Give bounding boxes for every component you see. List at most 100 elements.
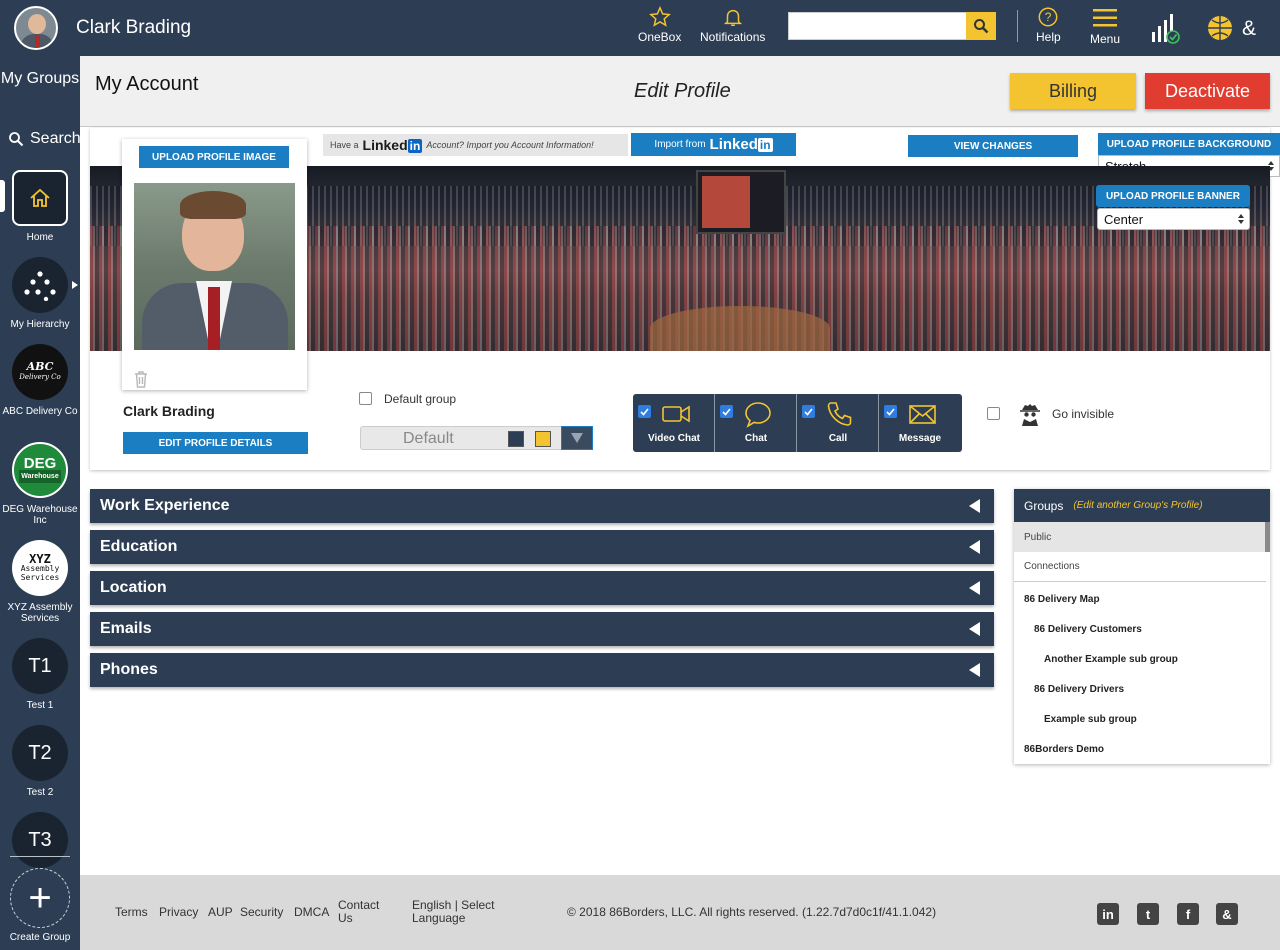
import-from-linkedin-button[interactable]: Import from Linked in xyxy=(631,133,796,156)
deactivate-button[interactable]: Deactivate xyxy=(1145,73,1270,109)
collapse-arrow-icon xyxy=(969,499,980,513)
onebox-button[interactable]: OneBox xyxy=(638,6,681,44)
default-group-checkbox[interactable] xyxy=(359,392,372,405)
sidebar-item-deg-warehouse[interactable]: DEG Warehouse DEG Warehouse Inc xyxy=(0,442,80,526)
call-option[interactable]: Call xyxy=(797,394,879,452)
page-title: My Account xyxy=(95,73,199,95)
topbar-divider xyxy=(1017,10,1018,42)
notifications-button[interactable]: Notifications xyxy=(700,6,765,44)
chat-option[interactable]: Chat xyxy=(715,394,797,452)
video-icon xyxy=(662,405,690,423)
section-emails[interactable]: Emails xyxy=(90,612,994,646)
language-selector[interactable]: English | Select Language xyxy=(412,899,512,925)
copyright-text: © 2018 86Borders, LLC. All rights reserv… xyxy=(567,905,937,919)
groups-connections-item[interactable]: Connections xyxy=(1014,552,1266,582)
photo-tie xyxy=(208,287,220,350)
help-button[interactable]: ? Help xyxy=(1036,6,1061,44)
privacy-link[interactable]: Privacy xyxy=(159,906,198,919)
banner-court xyxy=(650,306,830,351)
dmca-link[interactable]: DMCA xyxy=(294,906,329,919)
groups-public-item[interactable]: Public xyxy=(1014,522,1266,552)
section-title: Location xyxy=(100,579,167,596)
photo-hair xyxy=(180,191,246,219)
message-option[interactable]: Message xyxy=(879,394,961,452)
aup-link[interactable]: AUP xyxy=(208,906,233,919)
collapse-arrow-icon xyxy=(969,581,980,595)
upload-banner-button[interactable]: UPLOAD PROFILE BANNER xyxy=(1096,185,1250,207)
expand-arrow-icon[interactable] xyxy=(71,280,79,290)
view-changes-button[interactable]: VIEW CHANGES xyxy=(908,135,1078,157)
search-input[interactable] xyxy=(788,12,968,40)
call-checkbox[interactable] xyxy=(802,405,815,418)
sidebar-item-test-2[interactable]: T2 Test 2 xyxy=(0,725,80,798)
security-link[interactable]: Security xyxy=(240,906,283,919)
profile-photo-card: UPLOAD PROFILE IMAGE xyxy=(122,139,307,390)
contact-us-link[interactable]: Contact Us xyxy=(338,899,388,925)
sidebar-search[interactable]: Search xyxy=(8,130,81,148)
signal-status-button[interactable] xyxy=(1150,12,1182,46)
sidebar-item-abc-delivery[interactable]: ABC Delivery Co ABC Delivery Co xyxy=(0,344,80,417)
section-location[interactable]: Location xyxy=(90,571,994,605)
linkedin-word: Linked xyxy=(709,136,758,153)
my-groups-title[interactable]: My Groups xyxy=(0,68,80,90)
brand-logo-button[interactable]: & xyxy=(1206,12,1264,46)
group-tree-item[interactable]: Example sub group xyxy=(1014,704,1266,734)
twitter-icon[interactable]: t xyxy=(1137,903,1159,925)
linkedin-icon[interactable]: in xyxy=(1097,903,1119,925)
section-education[interactable]: Education xyxy=(90,530,994,564)
go-invisible-checkbox[interactable] xyxy=(987,407,1000,420)
message-checkbox[interactable] xyxy=(884,405,897,418)
xyz-logo: XYZ Assembly Services xyxy=(12,540,68,596)
sidebar-item-xyz-assembly[interactable]: XYZ Assembly Services XYZ Assembly Servi… xyxy=(0,540,80,624)
banner-mode-select[interactable]: Center xyxy=(1097,208,1250,230)
svg-text:?: ? xyxy=(1045,10,1052,24)
brand-ampersand-icon[interactable]: & xyxy=(1216,903,1238,925)
message-label: Message xyxy=(898,433,942,444)
search-button[interactable] xyxy=(966,12,996,40)
sidebar-item-home[interactable]: Home xyxy=(0,170,80,243)
upload-profile-image-button[interactable]: UPLOAD PROFILE IMAGE xyxy=(139,146,289,168)
user-name[interactable]: Clark Brading xyxy=(76,17,191,39)
sidebar-item-test-3[interactable]: T3 xyxy=(0,812,80,868)
menu-button[interactable]: Menu xyxy=(1090,6,1120,46)
linkedin-word: Linked xyxy=(362,137,408,153)
sidebar-item-test-1[interactable]: T1 Test 1 xyxy=(0,638,80,711)
test-3-avatar: T3 xyxy=(12,812,68,868)
banner-screen xyxy=(702,176,750,228)
dropdown-arrow-button[interactable] xyxy=(561,426,593,450)
group-tree-item[interactable]: 86 Delivery Drivers xyxy=(1014,674,1266,704)
trash-icon[interactable] xyxy=(133,370,149,388)
edit-another-group-link[interactable]: (Edit another Group's Profile) xyxy=(1073,500,1202,511)
user-avatar[interactable] xyxy=(14,6,58,50)
globe-logo-icon: & xyxy=(1208,16,1256,40)
group-tree-item[interactable]: Another Example sub group xyxy=(1014,644,1266,674)
default-theme-select[interactable]: Default xyxy=(360,426,593,450)
collapse-arrow-icon xyxy=(969,540,980,554)
facebook-icon[interactable]: f xyxy=(1177,903,1199,925)
linkedin-rest-text: Account? Import you Account Information! xyxy=(426,140,594,150)
group-tree-item[interactable]: 86 Delivery Map xyxy=(1014,584,1266,614)
terms-link[interactable]: Terms xyxy=(115,906,148,919)
video-chat-checkbox[interactable] xyxy=(638,405,651,418)
profile-photo xyxy=(134,183,295,350)
group-tree-item[interactable]: 86Borders Demo xyxy=(1014,734,1266,764)
billing-button[interactable]: Billing xyxy=(1010,73,1136,109)
groups-scrollbar[interactable] xyxy=(1265,522,1270,552)
create-group-button[interactable]: + Create Group xyxy=(0,868,80,943)
swatch-navy xyxy=(508,431,524,447)
section-phones[interactable]: Phones xyxy=(90,653,994,687)
upload-background-button[interactable]: UPLOAD PROFILE BACKGROUND xyxy=(1098,133,1280,155)
search-icon xyxy=(974,19,989,34)
section-work-experience[interactable]: Work Experience xyxy=(90,489,994,523)
communication-options: Video Chat Chat Call Message xyxy=(633,394,962,452)
sidebar-item-my-hierarchy[interactable]: My Hierarchy xyxy=(0,257,80,330)
edit-profile-details-button[interactable]: EDIT PROFILE DETAILS xyxy=(123,432,308,454)
home-icon xyxy=(30,188,50,207)
avatar-head xyxy=(28,14,46,34)
sidebar-item-label: Home xyxy=(26,232,54,243)
help-icon: ? xyxy=(1038,7,1058,27)
group-tree-item[interactable]: 86 Delivery Customers xyxy=(1014,614,1266,644)
chat-checkbox[interactable] xyxy=(720,405,733,418)
video-chat-option[interactable]: Video Chat xyxy=(633,394,715,452)
video-chat-label: Video Chat xyxy=(647,433,701,444)
